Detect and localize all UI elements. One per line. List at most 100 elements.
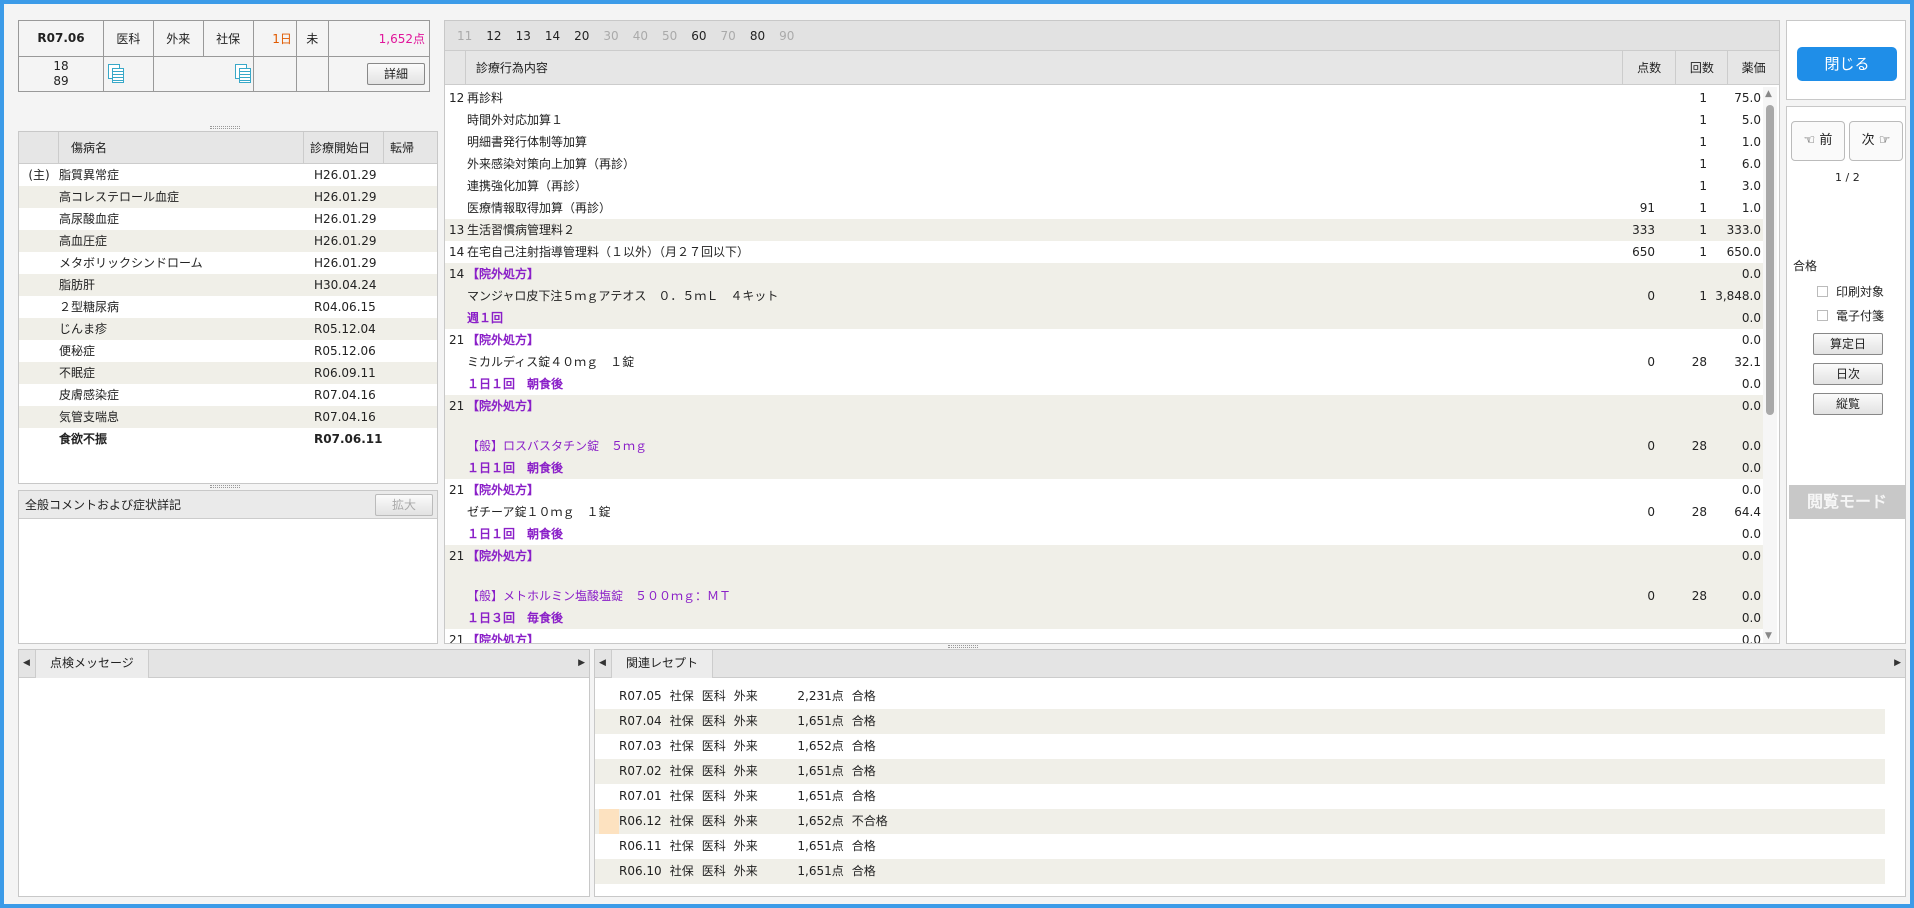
splitter-handle[interactable] (210, 126, 240, 129)
code-tab[interactable]: 20 (574, 29, 589, 43)
code-tab[interactable]: 13 (516, 29, 531, 43)
procedure-row[interactable]: 【般】ロスバスタチン錠 ５ｍｇ 0 28 0.0 (445, 417, 1763, 457)
code-tab[interactable]: 40 (633, 29, 648, 43)
procedure-row[interactable]: １日１回 朝食後 0.0 (445, 457, 1763, 479)
procedure-row[interactable]: 【般】メトホルミン塩酸塩錠 ５００ｍｇ：ＭＴ 0 28 0.0 (445, 567, 1763, 607)
procedure-row[interactable]: 時間外対応加算１ 1 5.0 (445, 109, 1763, 131)
procedure-pt (1605, 457, 1661, 479)
prev-button[interactable]: ☜ 前 (1791, 121, 1845, 161)
e-attach-checkbox[interactable]: 電子付箋 (1817, 307, 1884, 324)
disease-date: H26.01.29 (314, 190, 377, 204)
related-receipt-row[interactable]: R07.03 社保 医科 外来 1,652点 合格 (595, 734, 1885, 759)
detail-button[interactable]: 詳細 (367, 62, 425, 85)
related-receipt-row[interactable]: R06.10 社保 医科 外来 1,651点 合格 (595, 859, 1885, 884)
splitter-handle[interactable] (210, 485, 240, 488)
procedure-row[interactable]: 医療情報取得加算（再診） 91 1 1.0 (445, 197, 1763, 219)
print-target-checkbox[interactable]: 印刷対象 (1817, 283, 1884, 300)
related-receipt-row[interactable]: R06.11 社保 医科 外来 1,651点 合格 (595, 834, 1885, 859)
scroll-down-icon[interactable]: ▼ (1765, 631, 1772, 641)
disease-name-header[interactable]: 傷病名 (59, 132, 304, 163)
points-column-header[interactable]: 点数 (1621, 51, 1676, 84)
related-receipt-row[interactable]: R07.04 社保 医科 外来 1,651点 合格 (595, 709, 1885, 734)
procedure-row[interactable]: 21 【院外処方】 0.0 (445, 629, 1763, 643)
code-tab[interactable]: 90 (779, 29, 794, 43)
procedure-row[interactable]: 連携強化加算（再診） 1 3.0 (445, 175, 1763, 197)
close-button[interactable]: 閉じる (1797, 47, 1897, 81)
disease-row[interactable]: 高血圧症 H26.01.29 (19, 230, 437, 252)
procedure-pt (1605, 395, 1661, 417)
procedure-column-header[interactable]: 診療行為内容 (464, 51, 1622, 84)
disease-row[interactable]: 便秘症 R05.12.06 (19, 340, 437, 362)
disease-row[interactable]: (主) 脂質異常症 H26.01.29 (19, 164, 437, 186)
disease-row[interactable]: 脂肪肝 H30.04.24 (19, 274, 437, 296)
related-dept: 医科 (701, 789, 726, 803)
next-button[interactable]: 次 ☞ (1849, 121, 1903, 161)
daily-button[interactable]: 日次 (1813, 363, 1883, 385)
related-receipt-row[interactable]: R07.01 社保 医科 外来 1,651点 合格 (595, 784, 1885, 809)
procedure-row[interactable]: 13 生活習慣病管理料２ 333 1 333.0 (445, 219, 1763, 241)
procedure-row[interactable]: 14 【院外処方】 0.0 (445, 263, 1763, 285)
disease-row[interactable]: じんま疹 R05.12.04 (19, 318, 437, 340)
disease-outcome (384, 186, 437, 208)
scroll-up-icon[interactable]: ▲ (1765, 89, 1772, 99)
related-receipt-row[interactable]: R07.05 社保 医科 外来 2,231点 合格 (595, 684, 1885, 709)
code-tab[interactable]: 80 (750, 29, 765, 43)
comment-textarea[interactable] (19, 519, 437, 643)
code-tab[interactable]: 12 (486, 29, 501, 43)
document-icon[interactable] (107, 63, 124, 83)
vertical-view-button[interactable]: 縦覧 (1813, 393, 1883, 415)
checkbox-icon[interactable] (1817, 286, 1828, 297)
tab-right-arrow-icon[interactable]: ▶ (578, 658, 585, 668)
disease-row[interactable]: 不眠症 R06.09.11 (19, 362, 437, 384)
tab-left-arrow-icon[interactable]: ◀ (599, 658, 606, 668)
procedure-row[interactable]: １日１回 朝食後 0.0 (445, 523, 1763, 545)
procedure-code (445, 109, 467, 131)
calc-day-button[interactable]: 算定日 (1813, 333, 1883, 355)
disease-row[interactable]: 気管支喘息 R07.04.16 (19, 406, 437, 428)
procedure-row[interactable]: ゼチーア錠１０ｍｇ １錠 0 28 64.4 (445, 501, 1763, 523)
procedure-pr: 3.0 (1741, 179, 1761, 193)
disease-row[interactable]: 食欲不振 R07.06.11 (19, 428, 437, 450)
tab-related-receipt[interactable]: 関連レセプト (611, 650, 714, 678)
code-tab[interactable]: 14 (545, 29, 560, 43)
splitter-handle[interactable] (948, 645, 978, 648)
document-icon[interactable] (234, 63, 251, 83)
disease-row[interactable]: メタボリックシンドローム H26.01.29 (19, 252, 437, 274)
procedure-ct: 28 (1691, 355, 1707, 369)
checkbox-icon[interactable] (1817, 310, 1828, 321)
procedure-scrollbar[interactable]: ▲ ▼ (1763, 87, 1777, 643)
procedure-row[interactable]: 21 【院外処方】 0.0 (445, 479, 1763, 501)
procedure-row[interactable]: 明細書発行体制等加算 1 1.0 (445, 131, 1763, 153)
code-tab[interactable]: 30 (603, 29, 618, 43)
start-date-header[interactable]: 診療開始日 (304, 132, 384, 163)
tab-check-message[interactable]: 点検メッセージ (35, 650, 149, 678)
disease-row[interactable]: ２型糖尿病 R04.06.15 (19, 296, 437, 318)
tab-right-arrow-icon[interactable]: ▶ (1894, 658, 1901, 668)
disease-row[interactable]: 皮膚感染症 R07.04.16 (19, 384, 437, 406)
expand-button[interactable]: 拡大 (375, 494, 433, 516)
price-column-header[interactable]: 薬価 (1727, 51, 1779, 84)
tab-left-arrow-icon[interactable]: ◀ (23, 658, 30, 668)
disease-row[interactable]: 高尿酸血症 H26.01.29 (19, 208, 437, 230)
procedure-row[interactable]: 14 在宅自己注射指導管理料（１以外）（月２７回以下） 650 1 650.0 (445, 241, 1763, 263)
code-tab[interactable]: 70 (721, 29, 736, 43)
code-tab[interactable]: 50 (662, 29, 677, 43)
procedure-row[interactable]: 外来感染対策向上加算（再診） 1 6.0 (445, 153, 1763, 175)
procedure-row[interactable]: マンジャロ皮下注５ｍｇアテオス ０．５ｍＬ ４キット 0 1 3,848.0 (445, 285, 1763, 307)
code-tab[interactable]: 60 (691, 29, 706, 43)
outcome-header[interactable]: 転帰 (384, 132, 437, 163)
related-receipt-row[interactable]: R06.12 社保 医科 外来 1,652点 不合格 (595, 809, 1885, 834)
procedure-row[interactable]: 21 【院外処方】 0.0 (445, 545, 1763, 567)
scroll-thumb[interactable] (1766, 105, 1774, 415)
procedure-row[interactable]: 週１回 0.0 (445, 307, 1763, 329)
procedure-row[interactable]: 12 再診料 1 75.0 (445, 87, 1763, 109)
disease-row[interactable]: 高コレステロール血症 H26.01.29 (19, 186, 437, 208)
related-receipt-row[interactable]: R07.02 社保 医科 外来 1,651点 合格 (595, 759, 1885, 784)
code-tab[interactable]: 11 (457, 29, 472, 43)
procedure-row[interactable]: １日１回 朝食後 0.0 (445, 373, 1763, 395)
procedure-row[interactable]: ミカルディス錠４０ｍｇ １錠 0 28 32.1 (445, 351, 1763, 373)
procedure-row[interactable]: １日３回 毎食後 0.0 (445, 607, 1763, 629)
procedure-row[interactable]: 21 【院外処方】 0.0 (445, 395, 1763, 417)
procedure-row[interactable]: 21 【院外処方】 0.0 (445, 329, 1763, 351)
count-column-header[interactable]: 回数 (1675, 51, 1727, 84)
